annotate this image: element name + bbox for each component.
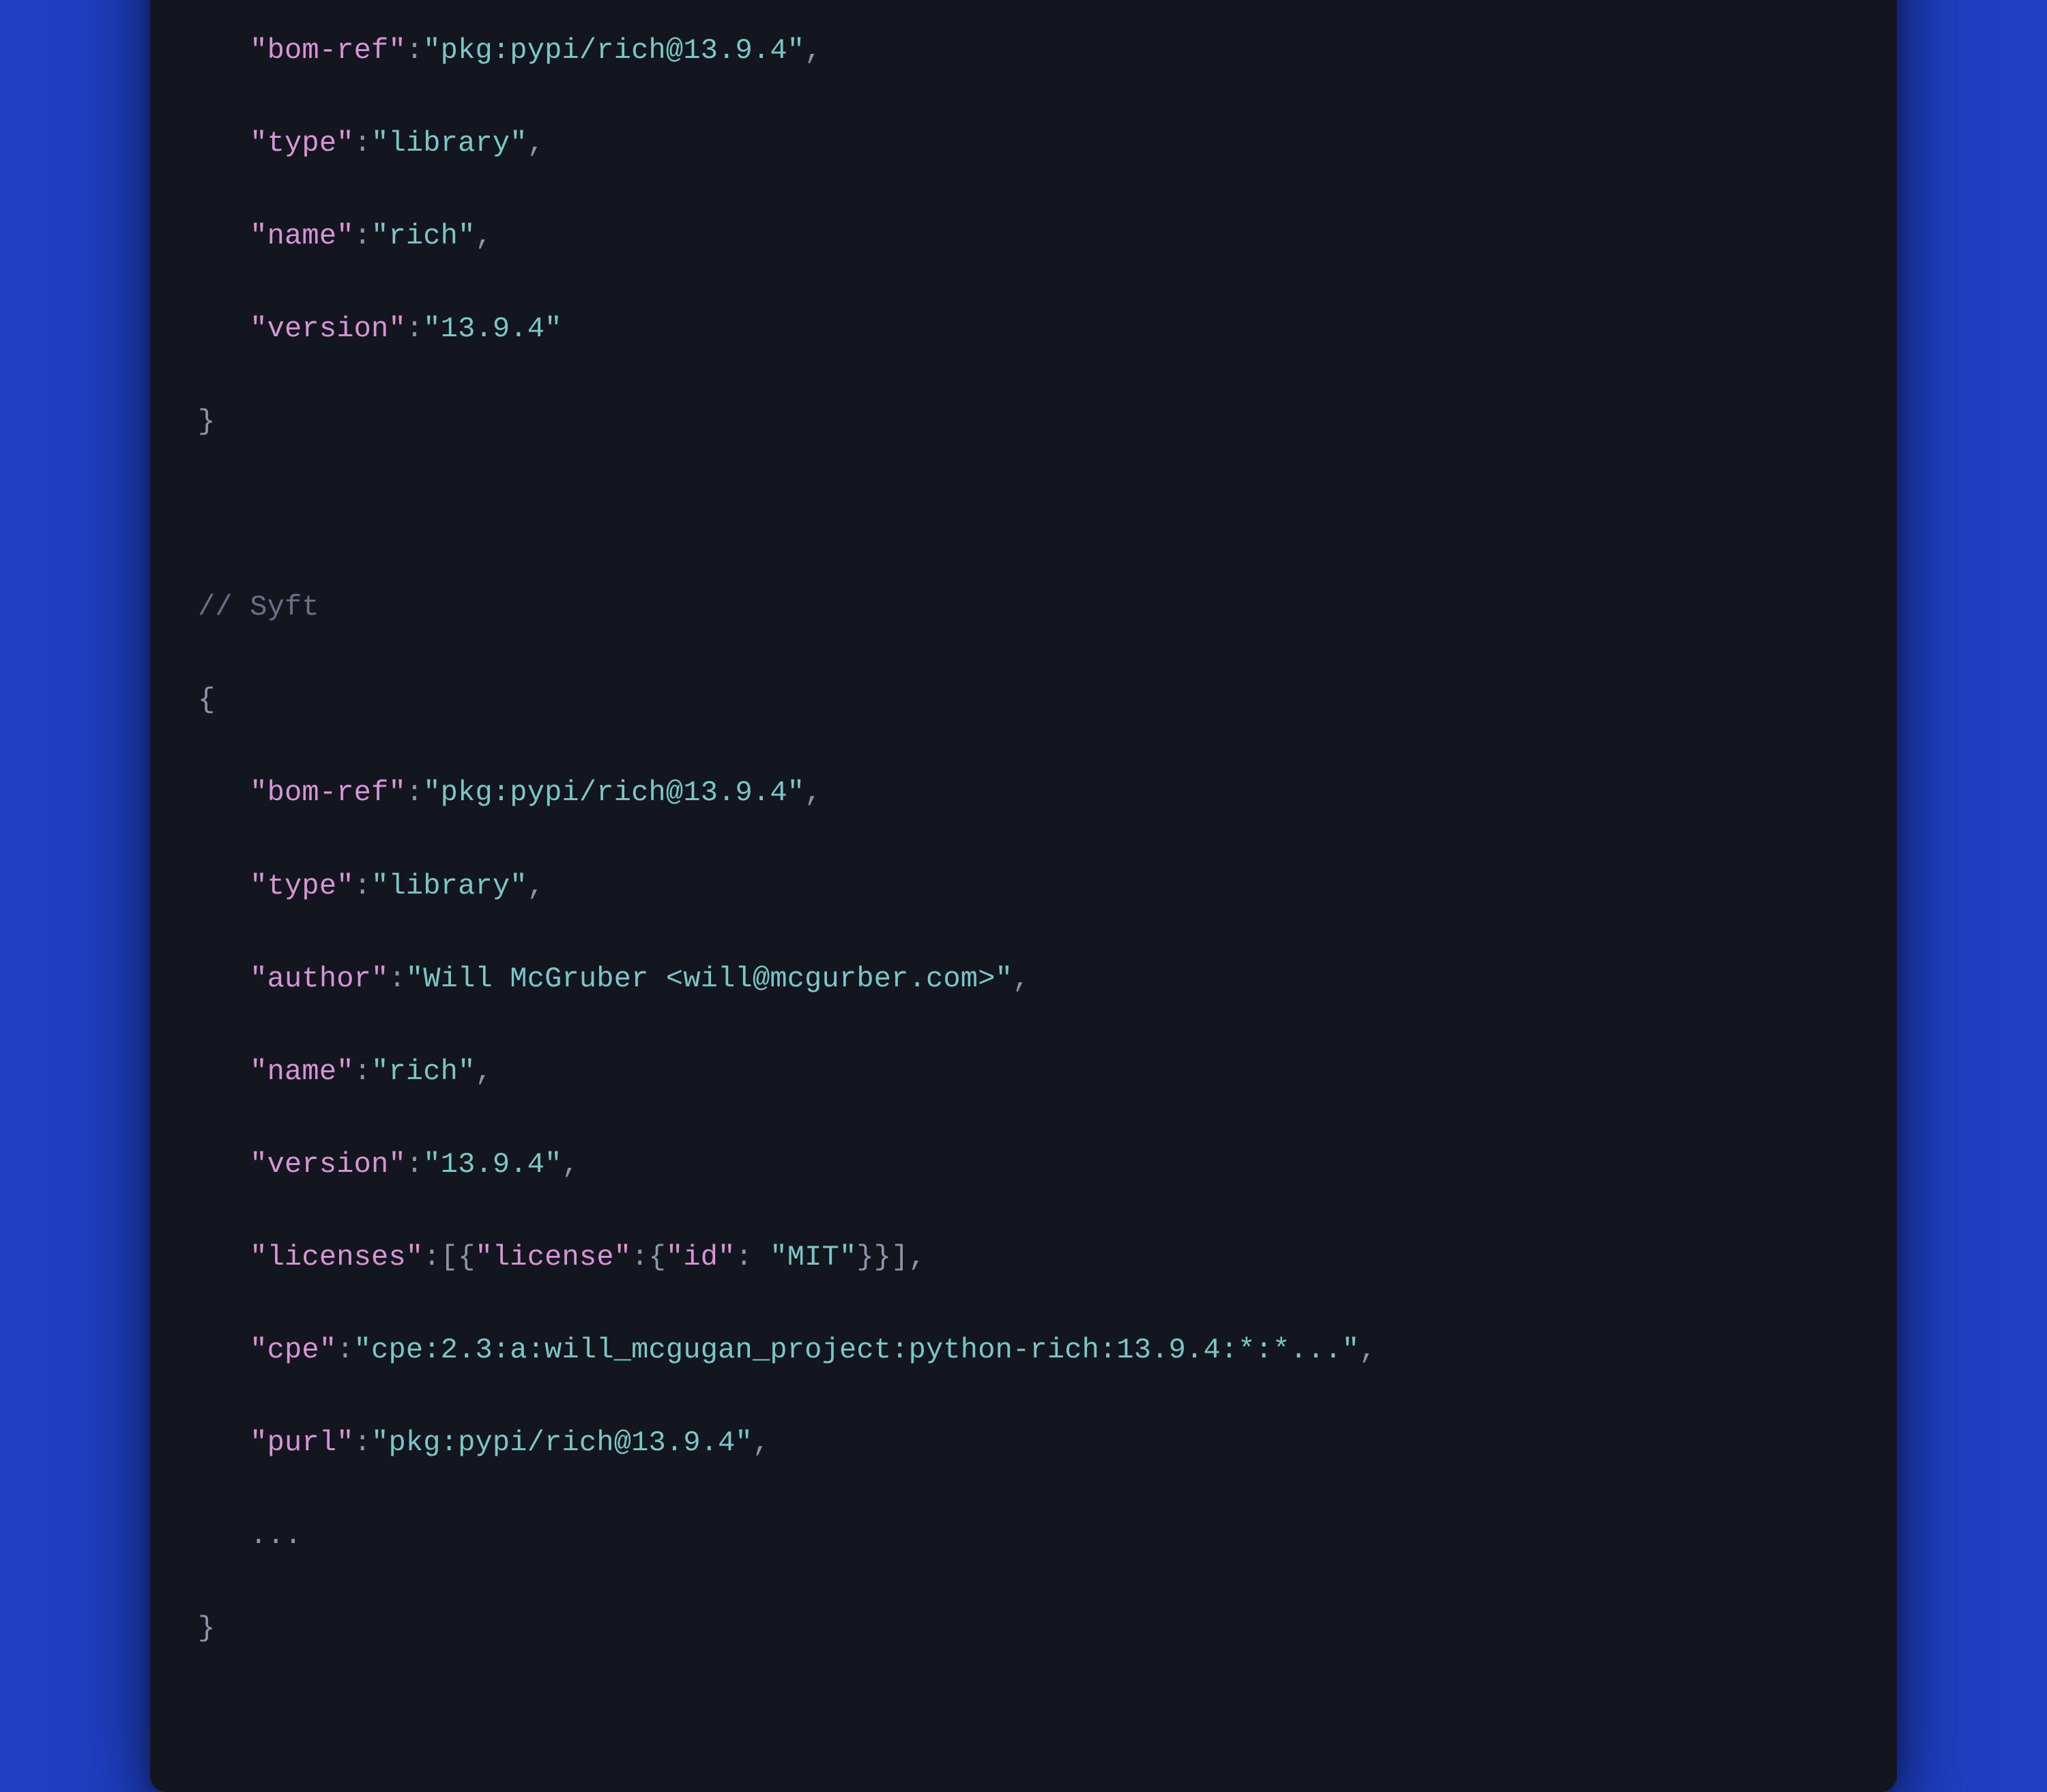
json-value: "library" bbox=[371, 870, 527, 902]
json-key: "id" bbox=[666, 1241, 736, 1274]
json-key: "type" bbox=[250, 127, 353, 160]
code-line: "version":"13.9.4", bbox=[198, 1141, 1849, 1188]
blank-line bbox=[198, 491, 1849, 538]
code-line: "bom-ref":"pkg:pypi/rich@13.9.4", bbox=[198, 769, 1849, 816]
json-key: "bom-ref" bbox=[250, 34, 406, 67]
code-line: "author":"Will McGruber <will@mcgurber.c… bbox=[198, 956, 1849, 1002]
json-key: "license" bbox=[475, 1241, 631, 1274]
code-line: ... bbox=[198, 1512, 1849, 1559]
json-value: "MIT" bbox=[770, 1241, 856, 1274]
json-key: "name" bbox=[250, 220, 353, 252]
json-value: "13.9.4" bbox=[423, 312, 562, 345]
code-line: "purl":"pkg:pypi/rich@13.9.4", bbox=[198, 1420, 1849, 1466]
json-key: "type" bbox=[250, 870, 353, 902]
json-key: "purl" bbox=[250, 1426, 353, 1459]
json-key: "name" bbox=[250, 1055, 353, 1088]
code-line: // Syft bbox=[198, 584, 1849, 630]
code-line: "bom-ref":"pkg:pypi/rich@13.9.4", bbox=[198, 27, 1849, 74]
json-key: "licenses" bbox=[250, 1241, 423, 1274]
code-block: // pipdeptree + cyclonedx-py { "bom-ref"… bbox=[198, 0, 1849, 1744]
json-key: "version" bbox=[250, 1148, 406, 1181]
json-key: "version" bbox=[250, 312, 406, 345]
code-line: "licenses":[{"license":{"id": "MIT"}}], bbox=[198, 1234, 1849, 1280]
code-line: "cpe":"cpe:2.3:a:will_mcgugan_project:py… bbox=[198, 1327, 1849, 1373]
code-line: "name":"rich", bbox=[198, 1048, 1849, 1095]
json-value: "pkg:pypi/rich@13.9.4" bbox=[423, 776, 804, 809]
code-line: } bbox=[198, 1605, 1849, 1651]
code-line: "version":"13.9.4" bbox=[198, 306, 1849, 352]
comment: // Syft bbox=[198, 591, 319, 623]
json-value: "Will McGruber <will@mcgurber.com>" bbox=[406, 963, 1013, 995]
code-line: "type":"library", bbox=[198, 863, 1849, 909]
json-value: "cpe:2.3:a:will_mcgugan_project:python-r… bbox=[354, 1334, 1359, 1366]
code-window: // pipdeptree + cyclonedx-py { "bom-ref"… bbox=[150, 0, 1897, 1792]
json-key: "cpe" bbox=[250, 1334, 336, 1366]
code-line: "name":"rich", bbox=[198, 213, 1849, 259]
code-line: "type":"library", bbox=[198, 120, 1849, 166]
ellipsis: ... bbox=[250, 1519, 302, 1552]
json-key: "author" bbox=[250, 963, 388, 995]
json-value: "pkg:pypi/rich@13.9.4" bbox=[423, 34, 804, 67]
json-value: "13.9.4" bbox=[423, 1148, 562, 1181]
code-line: } bbox=[198, 398, 1849, 445]
json-value: "rich" bbox=[371, 1055, 475, 1088]
json-value: "pkg:pypi/rich@13.9.4" bbox=[371, 1426, 753, 1459]
code-line: { bbox=[198, 677, 1849, 723]
json-value: "rich" bbox=[371, 220, 475, 252]
json-value: "library" bbox=[371, 127, 527, 160]
json-key: "bom-ref" bbox=[250, 776, 406, 809]
